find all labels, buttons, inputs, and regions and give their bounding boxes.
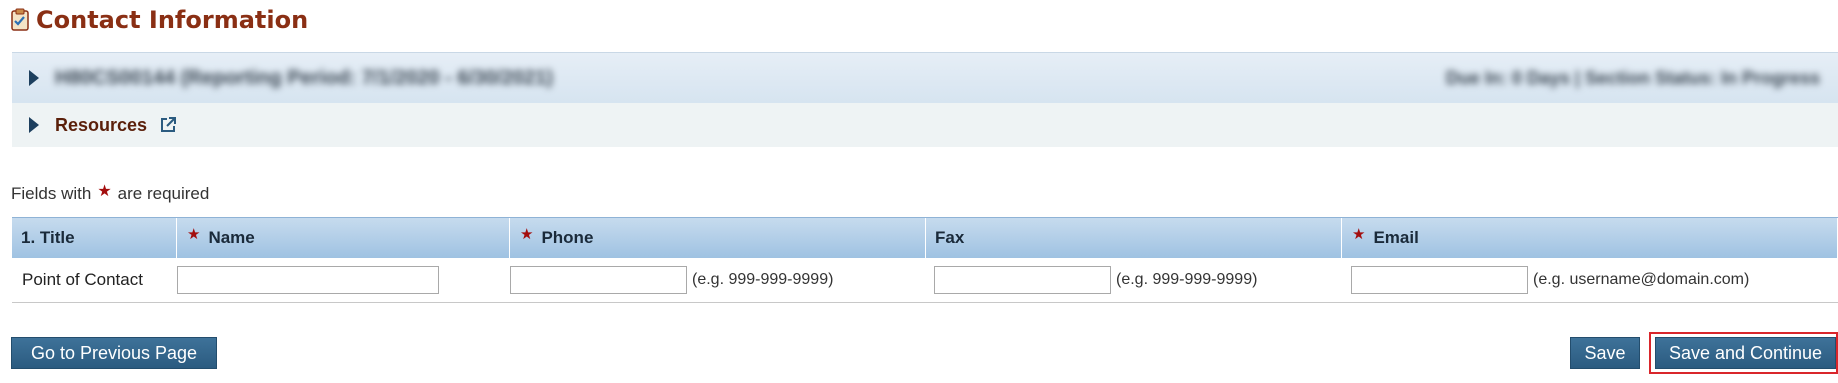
name-cell [177, 258, 510, 302]
fax-input[interactable] [934, 266, 1111, 294]
phone-hint: (e.g. 999-999-9999) [692, 271, 834, 288]
external-link-icon[interactable] [159, 116, 177, 134]
expand-caret-icon[interactable] [29, 117, 39, 133]
save-and-continue-highlight: Save and Continue [1649, 332, 1838, 374]
header-name: ★ Name [177, 218, 510, 258]
header-phone: ★ Phone [510, 218, 926, 258]
grant-info-bar[interactable]: H80CS00144 (Reporting Period: 7/1/2020 -… [12, 52, 1838, 104]
header-fax-label: Fax [935, 228, 965, 247]
expand-caret-icon[interactable] [29, 70, 39, 86]
row-title: Point of Contact [22, 270, 143, 289]
name-input[interactable] [177, 266, 439, 294]
page-title: Contact Information [10, 4, 308, 36]
header-name-label: Name [208, 228, 255, 247]
resources-link[interactable]: Resources [55, 115, 147, 136]
required-fields-note: Fields with ★ are required [11, 183, 210, 204]
fax-hint: (e.g. 999-999-9999) [1116, 271, 1258, 288]
required-star-icon: ★ [520, 226, 534, 243]
clipboard-icon [11, 8, 29, 31]
header-title: 1. Title [12, 218, 177, 258]
row-title-cell: Point of Contact [12, 258, 177, 302]
grant-number: H80CS00144 (Reporting Period: 7/1/2020 -… [55, 66, 554, 89]
page-title-text: Contact Information [36, 6, 309, 34]
section-status: Due In: 0 Days | Section Status: In Prog… [1445, 67, 1820, 88]
header-fax: Fax [926, 218, 1342, 258]
email-input[interactable] [1351, 266, 1528, 294]
required-star-icon: ★ [97, 183, 112, 200]
header-phone-label: Phone [541, 228, 594, 247]
email-cell: (e.g. username@domain.com) [1342, 258, 1838, 302]
header-email-label: Email [1373, 228, 1419, 247]
header-email: ★ Email [1342, 218, 1838, 258]
email-hint: (e.g. username@domain.com) [1533, 271, 1750, 288]
contact-table: 1. Title ★ Name ★ Phone Fax ★ Email Poin… [12, 217, 1838, 303]
previous-page-button[interactable]: Go to Previous Page [11, 337, 217, 369]
phone-input[interactable] [510, 266, 687, 294]
fax-cell: (e.g. 999-999-9999) [926, 258, 1342, 302]
table-header: 1. Title ★ Name ★ Phone Fax ★ Email [12, 217, 1838, 258]
resources-bar[interactable]: Resources [12, 103, 1838, 147]
save-and-continue-button[interactable]: Save and Continue [1655, 337, 1836, 369]
save-button[interactable]: Save [1570, 337, 1640, 369]
required-note-prefix: Fields with [11, 184, 92, 203]
header-title-label: 1. Title [21, 228, 75, 247]
required-star-icon: ★ [1352, 226, 1366, 243]
required-note-suffix: are required [117, 184, 210, 203]
phone-cell: (e.g. 999-999-9999) [510, 258, 926, 302]
table-row: Point of Contact (e.g. 999-999-9999) (e.… [12, 258, 1838, 303]
required-star-icon: ★ [187, 226, 201, 243]
